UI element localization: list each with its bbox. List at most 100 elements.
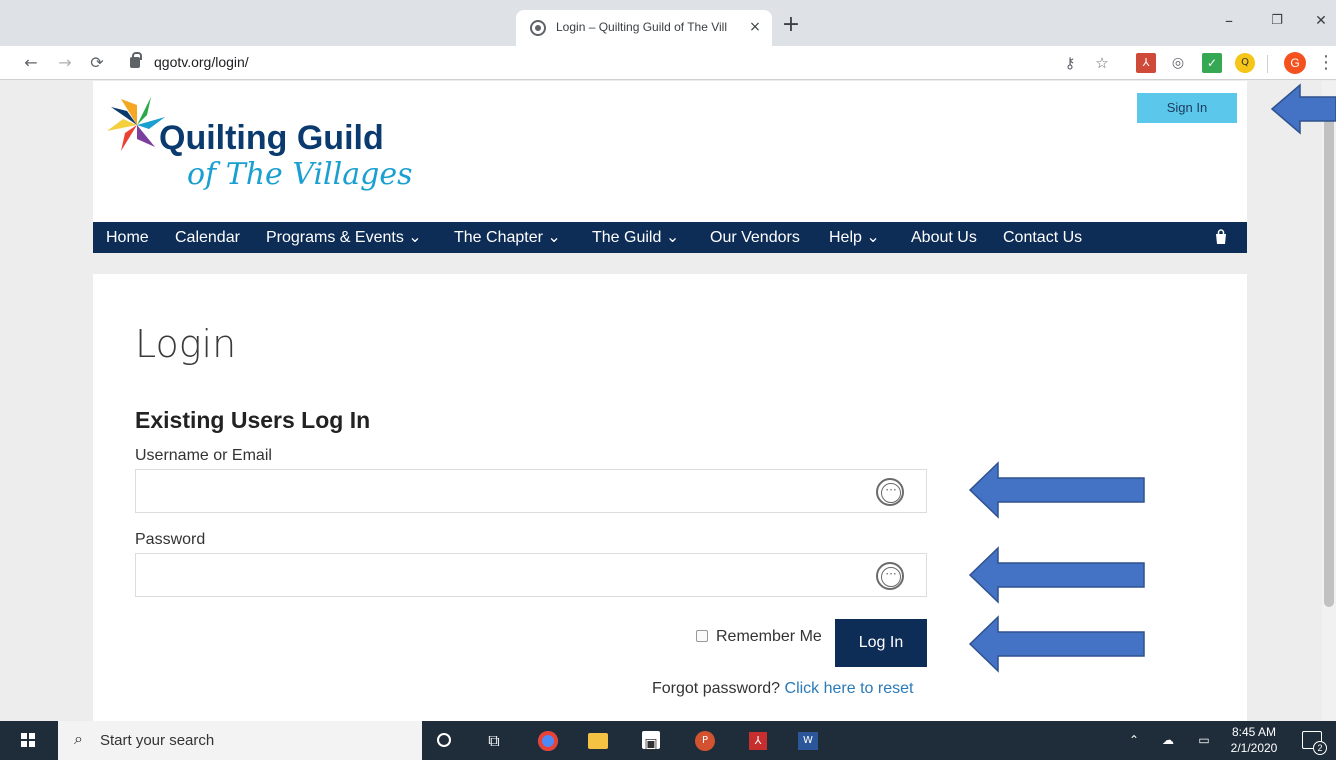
nav-item-the-guild[interactable]: The Guild ⌄ <box>592 222 679 253</box>
chrome-icon[interactable] <box>538 731 558 751</box>
nav-label: Home <box>106 229 149 246</box>
toolbar-divider <box>1267 55 1268 73</box>
address-bar[interactable]: qgotv.org/login/ <box>118 49 1118 77</box>
logo-title: Quilting Guild <box>159 119 384 157</box>
close-window-button[interactable]: ✕ <box>1306 8 1336 34</box>
file-explorer-icon[interactable] <box>588 733 608 749</box>
remember-me-label: Remember Me <box>716 628 822 645</box>
nav-item-programs-events[interactable]: Programs & Events ⌄ <box>266 222 422 253</box>
nav-item-help[interactable]: Help ⌄ <box>829 222 880 253</box>
username-input[interactable] <box>136 470 866 512</box>
onedrive-icon[interactable]: ☁ <box>1160 732 1176 748</box>
new-tab-button[interactable]: + <box>780 12 802 38</box>
tab-title: Login – Quilting Guild of The Vill <box>556 20 727 34</box>
section-title: Existing Users Log In <box>135 407 371 433</box>
remember-me-checkbox[interactable] <box>696 630 708 642</box>
maximize-button[interactable]: ❐ <box>1262 8 1292 34</box>
cortana-icon[interactable] <box>437 733 451 747</box>
clock-date: 2/1/2020 <box>1230 741 1278 755</box>
globe-icon <box>530 20 546 36</box>
nav-item-our-vendors[interactable]: Our Vendors <box>710 222 800 253</box>
password-field-wrapper <box>135 553 927 597</box>
windows-taskbar: ⌕ Start your search ⧉ ▣ P ⅄ W ⌃ ☁ ▭ 8:45… <box>0 721 1336 760</box>
search-icon: ⌕ <box>74 729 83 748</box>
nav-item-calendar[interactable]: Calendar <box>175 222 240 253</box>
nav-label: Our Vendors <box>710 229 800 246</box>
extension-circle-icon[interactable]: ◎ <box>1168 53 1188 73</box>
search-extension-icon[interactable]: Q <box>1235 53 1255 73</box>
nav-label: Calendar <box>175 229 240 246</box>
search-placeholder: Start your search <box>100 732 215 749</box>
site-header: Quilting Guild of The Villages <box>93 81 1247 225</box>
store-icon[interactable]: ▣ <box>642 731 660 752</box>
chevron-down-icon: ⌄ <box>866 229 880 246</box>
acrobat-extension-icon[interactable]: ⅄ <box>1136 53 1156 73</box>
browser-tab-login[interactable]: Login – Quilting Guild of The Vill × <box>516 10 772 46</box>
nav-item-home[interactable]: Home <box>106 222 149 253</box>
screen: Login – Quilting Guild of The Vill × + –… <box>0 0 1336 760</box>
reload-button[interactable]: ⟳ <box>86 50 108 76</box>
password-manager-icon[interactable] <box>876 478 904 506</box>
windows-logo-icon <box>21 733 35 747</box>
taskbar-search[interactable]: ⌕ Start your search <box>58 721 422 760</box>
annotation-arrow-log-in <box>968 615 1145 673</box>
nav-label: Programs & Events <box>266 229 404 246</box>
profile-avatar[interactable]: G <box>1284 52 1306 74</box>
log-in-button[interactable]: Log In <box>835 619 927 667</box>
shopping-bag-icon[interactable] <box>1213 229 1229 245</box>
powerpoint-icon[interactable]: P <box>695 731 715 751</box>
forgot-password-text: Forgot password? <box>652 680 781 697</box>
key-icon[interactable]: ⚷ <box>1060 53 1080 73</box>
nav-label: The Guild <box>592 229 662 246</box>
remember-me[interactable]: Remember Me <box>696 628 822 648</box>
page-viewport: Quilting Guild of The Villages Sign In H… <box>0 81 1336 721</box>
password-input[interactable] <box>136 554 866 596</box>
nav-label: The Chapter <box>454 229 543 246</box>
word-icon[interactable]: W <box>798 732 818 750</box>
chevron-down-icon: ⌄ <box>408 229 422 246</box>
sign-in-button[interactable]: Sign In <box>1137 93 1237 123</box>
annotation-arrow-username <box>968 461 1145 519</box>
nav-label: About Us <box>911 229 977 246</box>
task-view-icon[interactable]: ⧉ <box>481 728 507 754</box>
back-button[interactable]: ← <box>20 50 42 76</box>
url-text: qgotv.org/login/ <box>154 54 249 70</box>
browser-toolbar: ← → ⟳ qgotv.org/login/ ⚷ ☆ ⅄ ◎ ✓ Q G ⋮ <box>0 46 1336 80</box>
taskbar-clock[interactable]: 8:45 AM 2/1/2020 <box>1226 724 1282 756</box>
forward-button[interactable]: → <box>54 50 76 76</box>
nav-label: Help <box>829 229 862 246</box>
star-icon[interactable]: ☆ <box>1092 53 1112 73</box>
notification-count-badge: 2 <box>1313 741 1327 755</box>
tray-chevron-up-icon[interactable]: ⌃ <box>1126 732 1142 748</box>
annotation-arrow-sign-in <box>1270 83 1336 135</box>
checkmark-extension-icon[interactable]: ✓ <box>1202 53 1222 73</box>
nav-label: Contact Us <box>1003 229 1083 246</box>
clock-time: 8:45 AM <box>1231 725 1277 739</box>
main-navbar: Home Calendar Programs & Events ⌄ The Ch… <box>93 222 1247 253</box>
nav-item-about-us[interactable]: About Us <box>911 222 977 253</box>
start-button[interactable] <box>0 721 56 760</box>
nav-item-the-chapter[interactable]: The Chapter ⌄ <box>454 222 561 253</box>
annotation-arrow-password <box>968 546 1145 604</box>
forgot-password: Forgot password? Click here to reset <box>652 680 913 698</box>
site-logo[interactable]: Quilting Guild of The Villages <box>107 95 412 213</box>
password-label: Password <box>135 531 206 548</box>
username-field-wrapper <box>135 469 927 513</box>
lock-icon <box>130 52 142 68</box>
browser-tab-strip: Login – Quilting Guild of The Vill × + –… <box>0 0 1336 46</box>
battery-icon[interactable]: ▭ <box>1196 732 1212 748</box>
acrobat-icon[interactable]: ⅄ <box>749 732 767 750</box>
pinwheel-logo-icon <box>107 97 165 151</box>
scrollbar-thumb[interactable] <box>1324 97 1334 607</box>
menu-kebab-icon[interactable]: ⋮ <box>1316 53 1336 73</box>
username-label: Username or Email <box>135 447 272 464</box>
logo-subtitle: of The Villages <box>187 157 413 192</box>
nav-item-contact-us[interactable]: Contact Us <box>1003 222 1082 253</box>
reset-password-link[interactable]: Click here to reset <box>785 680 914 697</box>
password-manager-icon[interactable] <box>876 562 904 590</box>
chevron-down-icon: ⌄ <box>547 229 561 246</box>
chevron-down-icon: ⌄ <box>665 229 680 246</box>
minimize-button[interactable]: – <box>1214 8 1244 34</box>
page-scrollbar[interactable] <box>1322 81 1336 721</box>
tab-close-icon[interactable]: × <box>746 18 764 36</box>
